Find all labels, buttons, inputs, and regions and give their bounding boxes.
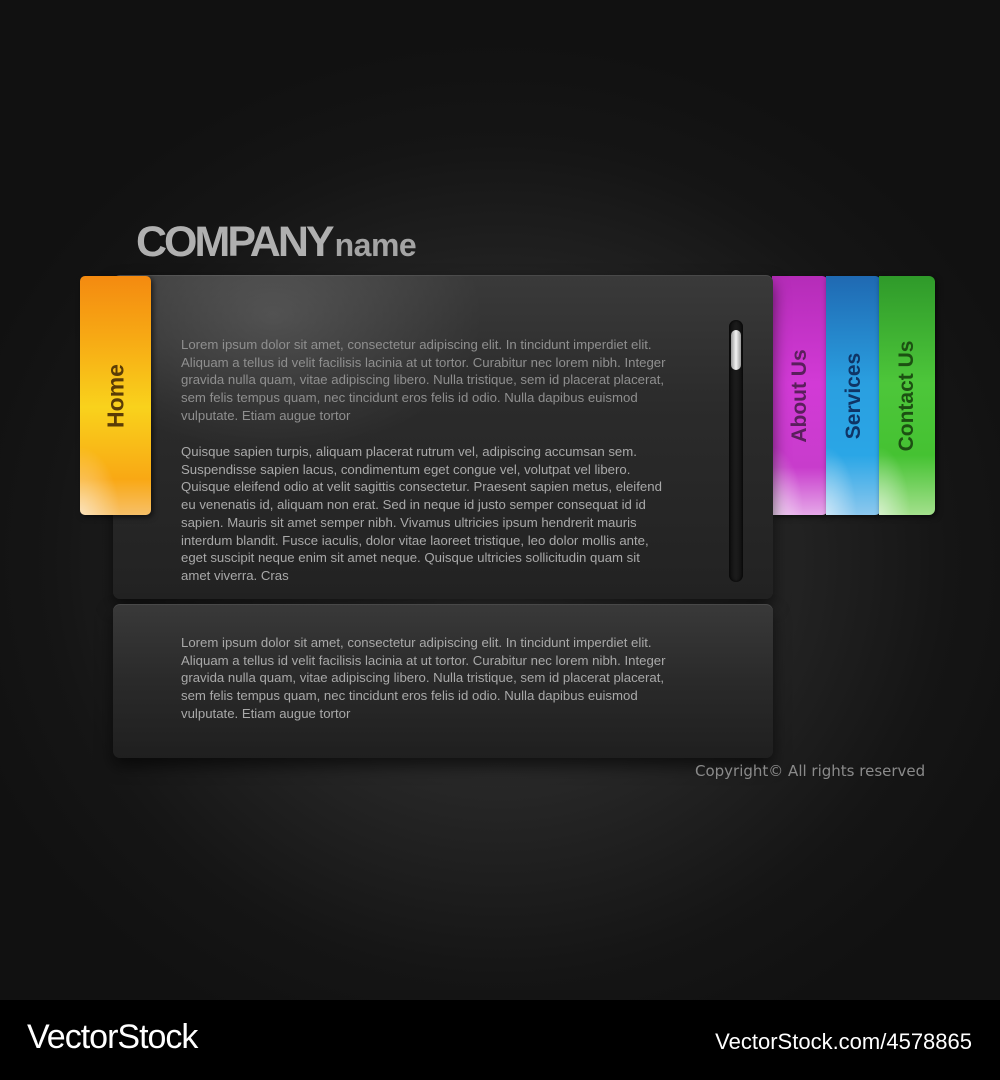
company-logo[interactable]: COMPANYname — [136, 218, 417, 268]
content-panel-main: Lorem ipsum dolor sit amet, consectetur … — [113, 275, 773, 599]
nav-tab-home[interactable]: Home — [80, 276, 151, 515]
logo-primary: COMPANY — [136, 218, 335, 266]
page-stage: COMPANYname About Us Services Contact Us… — [0, 0, 1000, 1000]
content-panel-secondary: Lorem ipsum dolor sit amet, consectetur … — [113, 604, 773, 758]
nav-tab-contact-label: Contact Us — [895, 340, 918, 451]
scrollbar-thumb[interactable] — [731, 330, 741, 370]
watermark-brand: VectorStock — [27, 1018, 198, 1056]
nav-tab-services[interactable]: Services — [826, 276, 881, 515]
secondary-paragraph-1: Lorem ipsum dolor sit amet, consectetur … — [181, 635, 666, 721]
scrollbar-track[interactable] — [729, 320, 743, 582]
watermark-bar: VectorStock VectorStock.com/4578865 — [0, 1000, 1000, 1080]
logo-secondary: name — [334, 227, 417, 263]
nav-tab-services-label: Services — [841, 352, 865, 439]
watermark-id: VectorStock.com/4578865 — [715, 1029, 972, 1054]
copyright-text: Copyright© All rights reserved — [695, 762, 926, 780]
nav-tab-about[interactable]: About Us — [772, 276, 828, 515]
nav-tab-contact[interactable]: Contact Us — [879, 276, 935, 515]
nav-tab-home-label: Home — [102, 363, 128, 428]
main-paragraph-1: Lorem ipsum dolor sit amet, consectetur … — [181, 337, 666, 423]
nav-tab-about-label: About Us — [788, 348, 811, 443]
main-paragraph-2: Quisque sapien turpis, aliquam placerat … — [181, 444, 662, 583]
